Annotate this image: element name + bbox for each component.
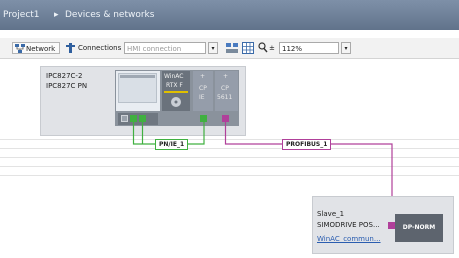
port-slave-profibus[interactable]: [388, 222, 395, 229]
profibus-network-label[interactable]: PROFIBUS_1: [282, 139, 332, 150]
pnie-network-label[interactable]: PN/IE_1: [155, 139, 189, 150]
dp-norm-module[interactable]: DP-NORM: [395, 214, 443, 242]
device2-type: SIMODRIVE POS...: [317, 221, 380, 229]
device2-name: Slave_1: [317, 210, 345, 218]
device2-master-link[interactable]: WinAC_commun...: [317, 235, 381, 244]
